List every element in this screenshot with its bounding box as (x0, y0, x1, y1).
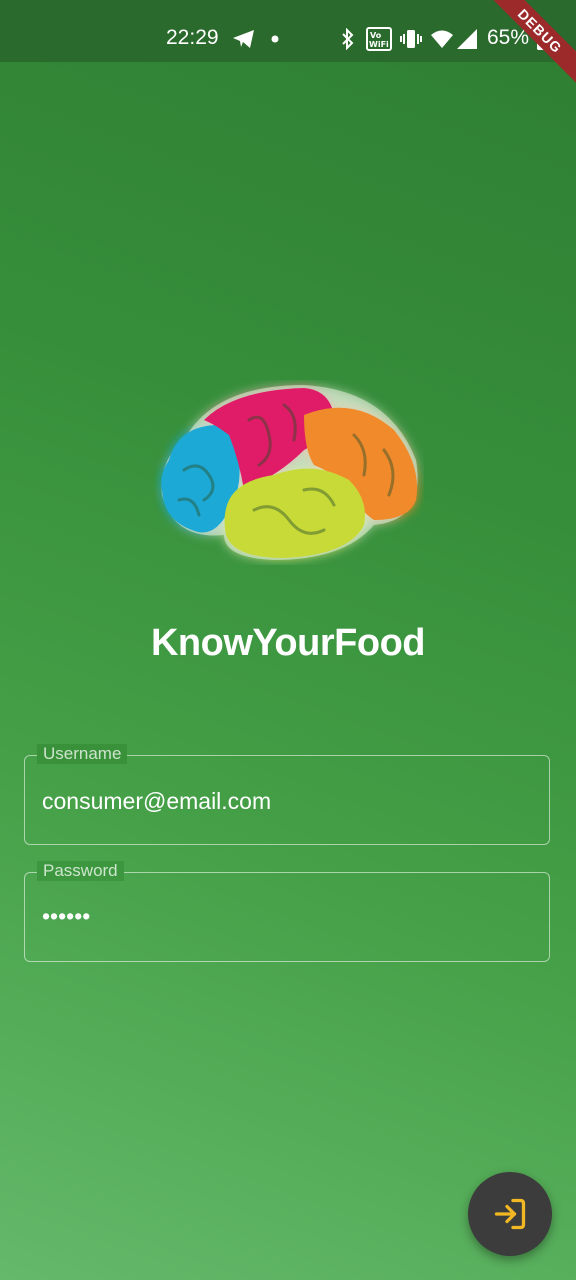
signal-icon (457, 29, 477, 49)
password-field[interactable]: Password •••••• (24, 861, 550, 962)
vibrate-icon (400, 30, 422, 48)
brain-logo (161, 385, 418, 560)
username-field[interactable]: Username consumer@email.com (24, 744, 550, 845)
vowifi-icon: Vo WiFi (366, 27, 392, 51)
dot-icon (271, 35, 279, 43)
username-input[interactable]: consumer@email.com (42, 788, 271, 815)
wifi-icon (431, 30, 453, 48)
telegram-icon (233, 30, 254, 48)
svg-text:Vo: Vo (370, 31, 382, 40)
username-label: Username (37, 744, 128, 764)
login-icon (494, 1198, 526, 1230)
login-button[interactable] (468, 1172, 552, 1256)
app-title: KnowYourFood (150, 622, 426, 664)
password-input[interactable]: •••••• (42, 903, 90, 930)
svg-text:WiFi: WiFi (369, 40, 389, 49)
password-label: Password (37, 861, 124, 881)
status-bar: 22:29 Vo WiFi 65% (0, 0, 576, 62)
status-time: 22:29 (166, 26, 219, 49)
bluetooth-icon (342, 28, 354, 50)
